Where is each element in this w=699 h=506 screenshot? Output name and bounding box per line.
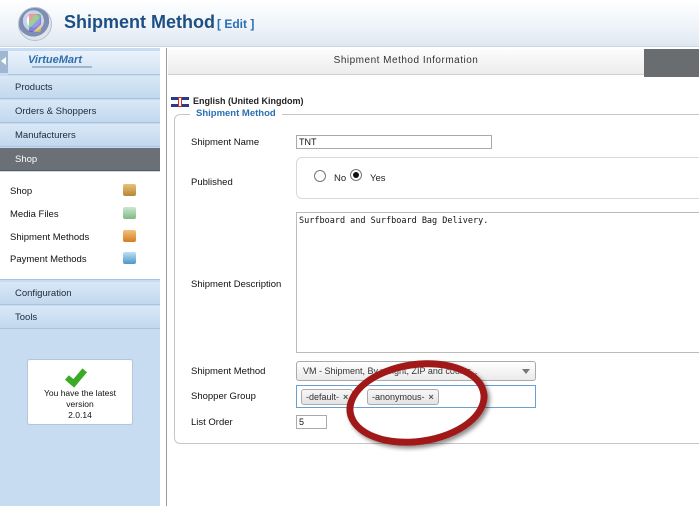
edit-link[interactable]: [ Edit ] [217, 17, 254, 31]
shipment-name-label: Shipment Name [191, 137, 260, 148]
version-line-2: version [66, 399, 94, 409]
published-yes-radio[interactable] [350, 169, 362, 181]
checkmark-icon [64, 364, 88, 388]
chip-label: -default- [306, 392, 340, 402]
submenu-item-payment-methods[interactable]: Payment Methods [10, 252, 150, 270]
published-yes-label: Yes [370, 173, 386, 184]
virtuemart-logo: VirtueMart [8, 51, 160, 75]
shipment-method-label: Shipment Method [191, 366, 266, 377]
sidebar: VirtueMart Products Orders & Shoppers Ma… [0, 48, 160, 506]
submenu-label: Shipment Methods [10, 232, 90, 243]
sidebar-item-orders-shoppers[interactable]: Orders & Shoppers [0, 100, 160, 123]
language-label: English (United Kingdom) [193, 96, 304, 106]
sidebar-item-manufacturers[interactable]: Manufacturers [0, 124, 160, 147]
version-text: You have the latest version 2.0.14 [28, 388, 132, 421]
sidebar-item-products[interactable]: Products [0, 76, 160, 99]
panel-heading-inactive-tab[interactable] [644, 49, 699, 77]
submenu-item-shop[interactable]: Shop [10, 184, 150, 202]
published-no-label: No [334, 173, 347, 184]
list-order-input[interactable]: 5 [296, 415, 327, 429]
shop-icon [123, 184, 136, 196]
submenu-label: Payment Methods [10, 254, 87, 265]
fieldset-legend: Shipment Method [190, 108, 282, 119]
submenu-label: Shop [10, 186, 33, 197]
uk-flag-icon [171, 97, 189, 107]
sidebar-item-tools[interactable]: Tools [0, 306, 160, 329]
published-no-radio[interactable] [314, 170, 326, 182]
panel-heading-tab[interactable]: Shipment Method Information [168, 49, 644, 75]
shipment-description-label: Shipment Description [191, 279, 282, 290]
shopper-group-chip-default[interactable]: -default- × [301, 389, 354, 405]
shopper-group-label: Shopper Group [191, 391, 256, 402]
submenu-item-media-files[interactable]: Media Files [10, 207, 150, 225]
submenu-label: Media Files [10, 209, 59, 220]
chevron-left-icon [1, 57, 6, 65]
panel-divider [166, 48, 167, 506]
shop-submenu: Shop Media Files Shipment Methods Paymen… [0, 172, 160, 280]
payment-icon [123, 252, 136, 264]
sidebar-item-configuration[interactable]: Configuration [0, 282, 160, 305]
media-icon [123, 207, 136, 219]
page-title: Shipment Method [64, 12, 215, 32]
shipment-description-textarea[interactable]: Surfboard and Surfboard Bag Delivery. [296, 212, 699, 353]
page-header: Shipment Method [ Edit ] [0, 0, 699, 47]
sidebar-item-shop[interactable]: Shop [0, 148, 160, 171]
chevron-down-icon [522, 369, 530, 374]
published-label: Published [191, 177, 233, 188]
version-line-1: You have the latest [44, 388, 116, 398]
version-number: 2.0.14 [68, 410, 92, 420]
collapse-sidebar-button[interactable] [0, 51, 8, 73]
version-status-box: You have the latest version 2.0.14 [27, 359, 133, 425]
app-logo-icon [18, 7, 52, 41]
virtuemart-logo-text: VirtueMart [28, 54, 82, 66]
truck-icon [123, 230, 136, 242]
shipment-name-input[interactable]: TNT [296, 135, 492, 149]
logo-underline [32, 66, 92, 68]
submenu-item-shipment-methods[interactable]: Shipment Methods [10, 230, 150, 248]
list-order-label: List Order [191, 417, 233, 428]
